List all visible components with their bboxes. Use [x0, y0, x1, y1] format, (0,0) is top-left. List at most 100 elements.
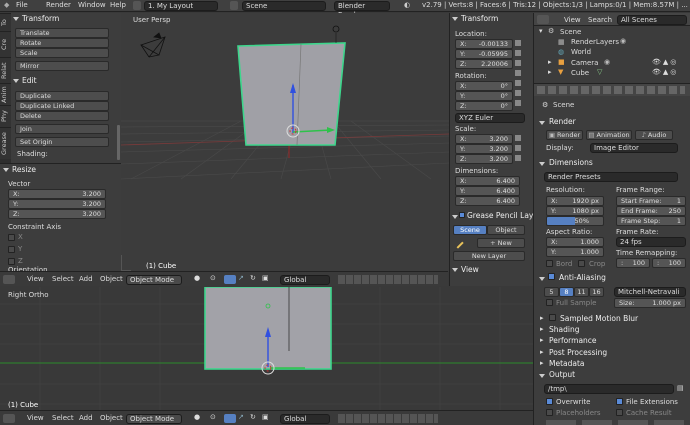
manipulator-toggle-icon[interactable]	[224, 275, 236, 284]
shading-sphere-icon[interactable]: ●	[194, 274, 200, 282]
remap-new-field[interactable]: :100	[652, 258, 686, 268]
edit-header[interactable]: Edit	[22, 76, 37, 85]
outliner-item-camera[interactable]: Camera	[571, 59, 598, 67]
layer-buttons[interactable]	[338, 414, 438, 423]
overwrite-checkbox[interactable]	[546, 398, 553, 405]
rotation-y-field[interactable]: Y: 0°	[455, 91, 513, 101]
scrollbar[interactable]	[117, 125, 120, 160]
filter-size-field[interactable]: Size: 1.000 px	[614, 298, 686, 308]
vector-y-field[interactable]: Y: 3.200	[8, 199, 106, 209]
aspect-y-field[interactable]: Y: 1.000	[546, 247, 604, 257]
display-selector[interactable]: Image Editor	[590, 143, 678, 153]
menu-add[interactable]: Add	[79, 275, 93, 283]
scene-icon[interactable]	[230, 1, 238, 10]
pivot-icon[interactable]: ⊙	[210, 413, 216, 421]
tab-grease-pencil[interactable]: Grease	[0, 127, 11, 159]
frame-rate-selector[interactable]: 24 fps	[616, 237, 686, 247]
lock-icons[interactable]	[515, 135, 521, 163]
scene-selector[interactable]: Scene	[242, 1, 326, 11]
grease-pencil-header[interactable]: Grease Pencil Laye	[467, 211, 538, 220]
aa-samples-11[interactable]: 11	[574, 287, 589, 297]
visibility-icons[interactable]: 👁▲◎	[652, 58, 678, 66]
rotate-button[interactable]: Rotate	[15, 38, 109, 48]
rotation-x-field[interactable]: X: 0°	[455, 81, 513, 91]
delete-button[interactable]: Delete	[15, 111, 109, 121]
axis-x-checkbox[interactable]	[8, 234, 15, 241]
location-x-field[interactable]: X: -0.00133	[455, 39, 513, 49]
resolution-y-field[interactable]: Y: 1080 px	[546, 206, 604, 216]
vector-z-field[interactable]: Z: 3.200	[8, 209, 106, 219]
output-header[interactable]: Output	[549, 370, 575, 379]
aa-samples-5[interactable]: 5	[544, 287, 559, 297]
menu-select[interactable]: Select	[52, 414, 74, 422]
shading-header[interactable]: Shading	[549, 325, 579, 334]
aa-samples-16[interactable]: 16	[589, 287, 604, 297]
collapse-icon[interactable]	[539, 277, 545, 281]
file-extensions-checkbox[interactable]	[616, 398, 623, 405]
collapse-icon[interactable]	[3, 168, 9, 172]
menu-view[interactable]: View	[27, 275, 44, 283]
tab-create[interactable]: Cre	[0, 31, 11, 57]
audio-button[interactable]: ♪ Audio	[635, 130, 673, 140]
expand-icon[interactable]: ▸	[540, 336, 544, 344]
transform-orientation-selector[interactable]: Global	[280, 275, 330, 285]
dimensions-x-field[interactable]: X: 6.400	[455, 176, 520, 186]
context-tab-icons[interactable]	[537, 86, 685, 94]
render-header[interactable]: Render	[549, 117, 576, 126]
placeholders-checkbox[interactable]	[546, 409, 553, 416]
scale-button[interactable]: Scale	[15, 48, 109, 58]
render-button[interactable]: ▣ Render	[546, 130, 583, 140]
mirror-button[interactable]: Mirror	[15, 61, 109, 71]
translate-button[interactable]: Translate	[15, 28, 109, 38]
tab-relations[interactable]: Relat	[0, 57, 11, 83]
outliner-item-renderlayers[interactable]: RenderLayers	[571, 38, 619, 46]
expand-icon[interactable]: ▸	[540, 314, 544, 322]
editor-type-icon[interactable]	[3, 275, 15, 284]
lock-icons[interactable]	[515, 40, 521, 106]
mode-selector[interactable]: Object Mode	[126, 414, 182, 424]
duplicate-linked-button[interactable]: Duplicate Linked	[15, 101, 109, 111]
outliner-expand-icon[interactable]: ▸	[548, 58, 552, 66]
view-header[interactable]: View	[461, 265, 479, 274]
menu-object[interactable]: Object	[100, 414, 123, 422]
cache-result-checkbox[interactable]	[616, 409, 623, 416]
collapse-icon[interactable]	[539, 374, 545, 378]
menu-render[interactable]: Render	[46, 1, 71, 9]
collapse-icon[interactable]	[539, 121, 545, 125]
grease-new-button[interactable]: + New	[477, 238, 525, 248]
collapse-icon[interactable]	[539, 162, 545, 166]
visibility-icons[interactable]: 👁▲◎	[652, 68, 678, 76]
collapse-icon[interactable]	[13, 79, 19, 83]
outliner-item-scene[interactable]: Scene	[560, 28, 581, 36]
collapse-icon[interactable]	[452, 17, 458, 21]
outliner-menu-search[interactable]: Search	[588, 16, 612, 24]
menu-window[interactable]: Window	[78, 1, 106, 9]
render-engine-selector[interactable]: Blender Render	[334, 1, 390, 19]
resolution-percentage-slider[interactable]: 50%	[546, 216, 604, 226]
dimensions-header[interactable]: Dimensions	[549, 158, 593, 167]
editor-type-icon[interactable]	[3, 414, 15, 423]
post-processing-header[interactable]: Post Processing	[549, 348, 607, 357]
scale-x-field[interactable]: X: 3.200	[455, 134, 513, 144]
rotate-manipulator-icon[interactable]: ↻	[250, 413, 256, 421]
translate-manipulator-icon[interactable]: ↗	[238, 274, 244, 282]
transform-header[interactable]: Transform	[22, 14, 59, 23]
output-path-field[interactable]: /tmp\	[544, 384, 674, 394]
tab-tools[interactable]: To	[0, 13, 11, 31]
axis-y-checkbox[interactable]	[8, 246, 15, 253]
outliner-item-cube[interactable]: Cube	[571, 69, 589, 77]
location-y-field[interactable]: Y: -0.05995	[455, 49, 513, 59]
expand-icon[interactable]: ▸	[540, 325, 544, 333]
transform-orientation-selector[interactable]: Global	[280, 414, 330, 424]
resolution-x-field[interactable]: X: 1920 px	[546, 196, 604, 206]
join-button[interactable]: Join	[15, 124, 109, 134]
full-sample-checkbox[interactable]	[546, 299, 553, 306]
end-frame-field[interactable]: End Frame: 250	[616, 206, 686, 216]
outliner-expand-icon[interactable]: ▸	[548, 68, 552, 76]
corner-widget[interactable]	[121, 255, 131, 271]
n-transform-header[interactable]: Transform	[461, 14, 498, 23]
location-z-field[interactable]: Z: 2.20006	[455, 59, 513, 69]
viewport-3d-top[interactable]	[121, 13, 449, 271]
layer-buttons[interactable]	[338, 275, 438, 284]
grease-scene-tab[interactable]: Scene	[453, 225, 487, 235]
